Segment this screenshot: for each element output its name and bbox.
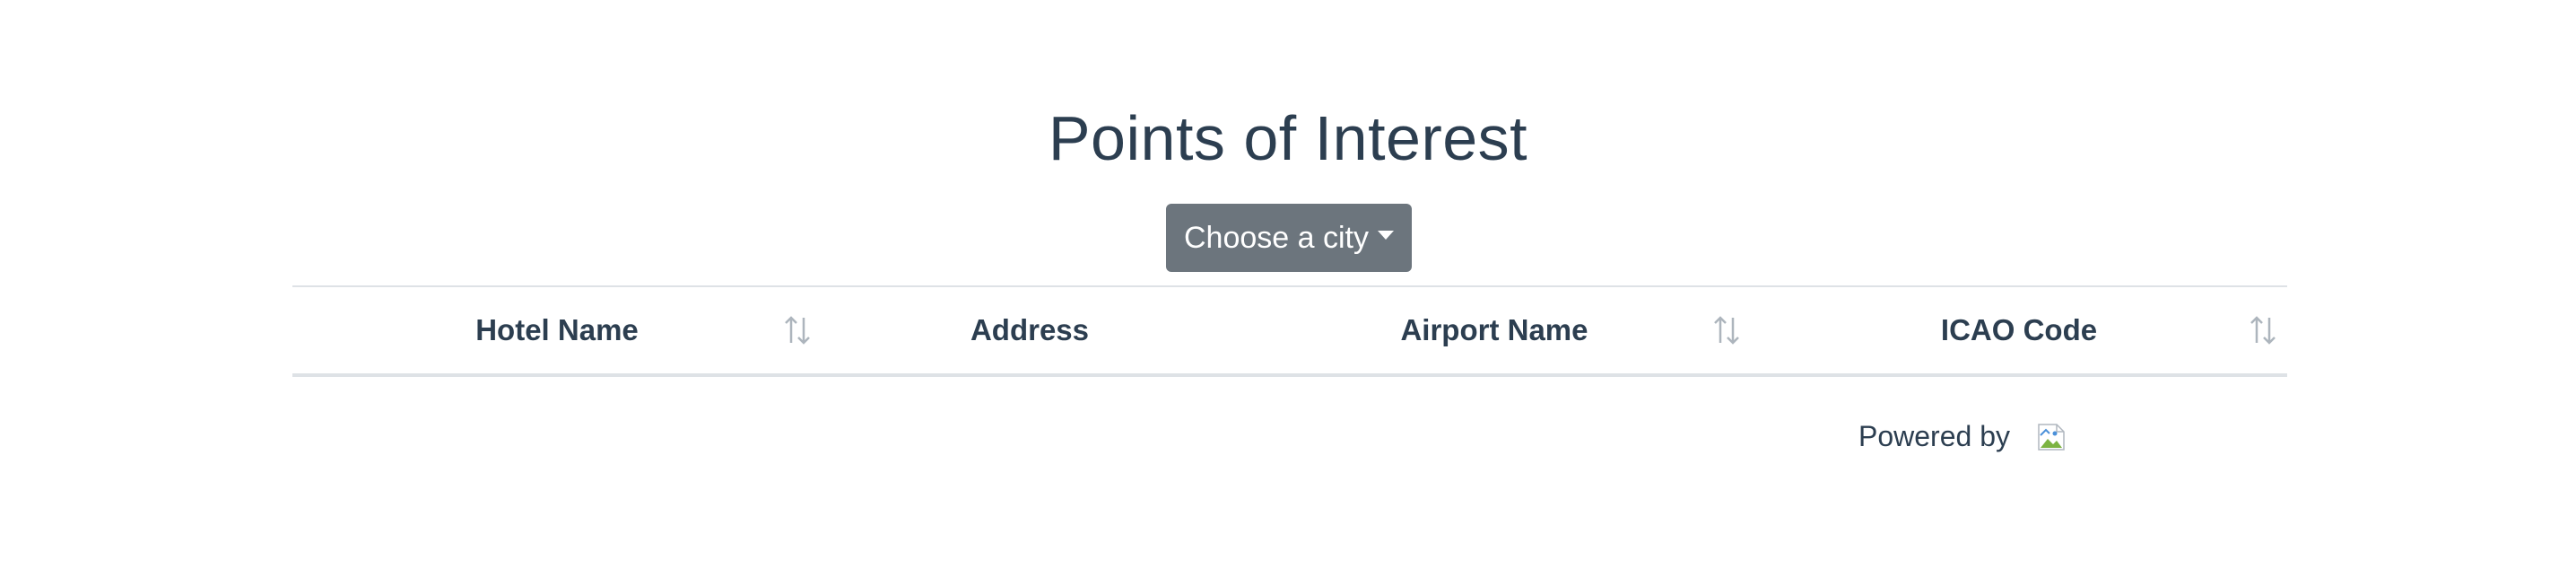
sort-icon[interactable] [782,314,813,346]
caret-down-icon [1378,231,1394,240]
sort-icon[interactable] [2248,314,2278,346]
column-header-address: Address [822,286,1238,375]
choose-city-label: Choose a city [1184,220,1369,255]
column-header-label: Address [970,313,1090,346]
page-title: Points of Interest [1048,103,1528,173]
column-header-label: ICAO Code [1940,313,2098,346]
column-header-label: Hotel Name [475,313,639,346]
choose-city-dropdown-button[interactable]: Choose a city [1166,204,1412,272]
powered-by-footer: Powered by [1858,420,2066,453]
column-header-icao-code[interactable]: ICAO Code [1751,286,2287,375]
table-header-row: Hotel Name Address Airport Name ICAO Cod… [292,286,2287,375]
column-header-airport-name[interactable]: Airport Name [1238,286,1751,375]
broken-image-icon [2037,423,2066,451]
column-header-hotel-name[interactable]: Hotel Name [292,286,822,375]
points-of-interest-table: Hotel Name Address Airport Name ICAO Cod… [292,285,2287,377]
powered-by-text: Powered by [1858,420,2010,452]
sort-icon[interactable] [1711,314,1742,346]
column-header-label: Airport Name [1400,313,1588,346]
page: Points of Interest Choose a city Hotel N… [0,0,2576,569]
